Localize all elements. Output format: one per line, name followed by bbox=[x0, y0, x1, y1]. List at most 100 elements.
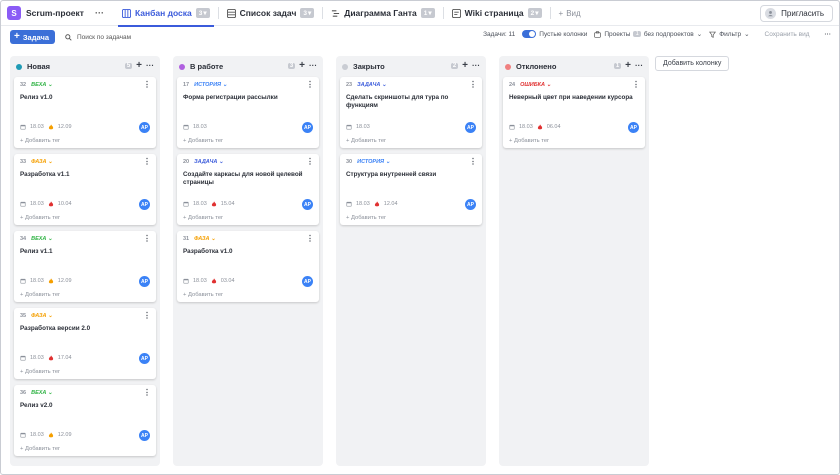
tab-wiki[interactable]: Wiki страница 2 ▾ bbox=[444, 1, 550, 26]
card-meta: 18.03 bbox=[346, 124, 370, 130]
card-title[interactable]: Форма регистрации рассылки bbox=[183, 94, 313, 110]
add-tag-button[interactable]: + Добавить тег bbox=[346, 215, 386, 221]
column-more-icon[interactable]: ··· bbox=[472, 61, 480, 70]
projects-filter[interactable]: Проекты 1 без подпроектов ⌄ bbox=[594, 30, 702, 38]
card-more-icon[interactable]: ⋮ bbox=[306, 80, 314, 89]
toggle-switch[interactable] bbox=[522, 30, 537, 38]
card-type-badge[interactable]: ИСТОРИЯ ⌄ bbox=[194, 82, 227, 88]
card-type-badge[interactable]: ВЕХА ⌄ bbox=[31, 236, 52, 242]
card-meta: 18.03 17.04 bbox=[20, 355, 72, 361]
card-type-badge[interactable]: ЗАДАЧА ⌄ bbox=[194, 159, 223, 165]
card-more-icon[interactable]: ⋮ bbox=[306, 234, 314, 243]
tab-list[interactable]: Список задач 3 ▾ bbox=[219, 1, 323, 26]
card-type-badge[interactable]: ВЕХА ⌄ bbox=[31, 82, 52, 88]
column-more-icon[interactable]: ··· bbox=[309, 61, 317, 70]
task-card[interactable]: 23 ЗАДАЧА ⌄ ⋮ Сделать скриншоты для тура… bbox=[340, 77, 482, 148]
tab-kanban[interactable]: Канбан доска 3 ▾ bbox=[114, 1, 218, 27]
card-title[interactable]: Структура внутренней связи bbox=[346, 171, 476, 187]
card-type-badge[interactable]: ФАЗА ⌄ bbox=[31, 159, 53, 165]
project-more-icon[interactable]: ··· bbox=[95, 8, 104, 18]
task-card[interactable]: 24 ОШИБКА ⌄ ⋮ Неверный цвет при наведени… bbox=[503, 77, 645, 148]
card-more-icon[interactable]: ⋮ bbox=[306, 157, 314, 166]
card-title[interactable]: Неверный цвет при наведении курсора bbox=[509, 94, 639, 110]
add-tag-button[interactable]: + Добавить тег bbox=[20, 215, 60, 221]
add-card-icon[interactable]: + bbox=[136, 60, 142, 70]
add-tag-button[interactable]: + Добавить тег bbox=[183, 138, 223, 144]
add-view-button[interactable]: + Вид bbox=[551, 9, 589, 18]
project-switcher[interactable]: S Scrum-проект ··· bbox=[7, 6, 104, 20]
more-options-icon[interactable]: ··· bbox=[825, 31, 832, 38]
card-title[interactable]: Создайте каркасы для новой целевой стран… bbox=[183, 171, 313, 187]
avatar[interactable]: АР bbox=[139, 122, 150, 133]
card-more-icon[interactable]: ⋮ bbox=[143, 80, 151, 89]
add-tag-button[interactable]: + Добавить тег bbox=[20, 369, 60, 375]
calendar-icon bbox=[20, 355, 26, 361]
card-title[interactable]: Релиз v1.0 bbox=[20, 94, 150, 110]
card-type-badge[interactable]: ФАЗА ⌄ bbox=[31, 313, 53, 319]
add-card-icon[interactable]: + bbox=[462, 60, 468, 70]
add-card-icon[interactable]: + bbox=[625, 60, 631, 70]
avatar[interactable]: АР bbox=[139, 353, 150, 364]
calendar-icon bbox=[346, 124, 352, 130]
card-type-badge[interactable]: ИСТОРИЯ ⌄ bbox=[357, 159, 390, 165]
card-title[interactable]: Разработка версии 2.0 bbox=[20, 325, 150, 341]
add-card-icon[interactable]: + bbox=[299, 60, 305, 70]
tab-gantt[interactable]: Диаграмма Ганта 1 ▾ bbox=[323, 1, 442, 26]
add-tag-button[interactable]: + Добавить тег bbox=[183, 215, 223, 221]
add-task-button[interactable]: + Задача bbox=[10, 30, 55, 44]
avatar[interactable]: АР bbox=[139, 276, 150, 287]
task-card[interactable]: 20 ЗАДАЧА ⌄ ⋮ Создайте каркасы для новой… bbox=[177, 154, 319, 225]
task-card[interactable]: 34 ВЕХА ⌄ ⋮ Релиз v1.1 18.03 12.09 АР + … bbox=[14, 231, 156, 302]
filter-button[interactable]: Фильтр ⌄ bbox=[709, 30, 750, 38]
card-more-icon[interactable]: ⋮ bbox=[469, 157, 477, 166]
card-more-icon[interactable]: ⋮ bbox=[632, 80, 640, 89]
card-type-badge[interactable]: ФАЗА ⌄ bbox=[194, 236, 216, 242]
card-type-badge[interactable]: ЗАДАЧА ⌄ bbox=[357, 82, 386, 88]
card-type-badge[interactable]: ВЕХА ⌄ bbox=[31, 390, 52, 396]
avatar[interactable]: АР bbox=[139, 430, 150, 441]
avatar[interactable]: АР bbox=[465, 122, 476, 133]
avatar[interactable]: АР bbox=[465, 199, 476, 210]
column-more-icon[interactable]: ··· bbox=[146, 61, 154, 70]
add-tag-button[interactable]: + Добавить тег bbox=[509, 138, 549, 144]
add-tag-button[interactable]: + Добавить тег bbox=[20, 138, 60, 144]
add-tag-button[interactable]: + Добавить тег bbox=[20, 292, 60, 298]
task-card[interactable]: 32 ВЕХА ⌄ ⋮ Релиз v1.0 18.03 12.09 АР + … bbox=[14, 77, 156, 148]
card-title[interactable]: Разработка v1.1 bbox=[20, 171, 150, 187]
card-title[interactable]: Разработка v1.0 bbox=[183, 248, 313, 264]
add-tag-button[interactable]: + Добавить тег bbox=[346, 138, 386, 144]
task-card[interactable]: 33 ФАЗА ⌄ ⋮ Разработка v1.1 18.03 10.04 … bbox=[14, 154, 156, 225]
card-due-date: 15.04 bbox=[220, 201, 235, 207]
card-more-icon[interactable]: ⋮ bbox=[143, 388, 151, 397]
empty-columns-toggle[interactable]: Пустые колонки bbox=[522, 30, 587, 38]
avatar[interactable]: АР bbox=[139, 199, 150, 210]
avatar[interactable]: АР bbox=[302, 122, 313, 133]
card-meta: 18.03 03.04 bbox=[183, 278, 235, 284]
add-tag-button[interactable]: + Добавить тег bbox=[20, 446, 60, 452]
column-more-icon[interactable]: ··· bbox=[635, 61, 643, 70]
save-view-button[interactable]: Сохранить вид bbox=[765, 31, 810, 38]
avatar[interactable]: АР bbox=[302, 199, 313, 210]
task-card[interactable]: 17 ИСТОРИЯ ⌄ ⋮ Форма регистрации рассылк… bbox=[177, 77, 319, 148]
card-type-badge[interactable]: ОШИБКА ⌄ bbox=[520, 82, 551, 88]
card-more-icon[interactable]: ⋮ bbox=[143, 157, 151, 166]
task-card[interactable]: 35 ФАЗА ⌄ ⋮ Разработка версии 2.0 18.03 … bbox=[14, 308, 156, 379]
list-icon bbox=[226, 8, 236, 18]
task-card[interactable]: 30 ИСТОРИЯ ⌄ ⋮ Структура внутренней связ… bbox=[340, 154, 482, 225]
task-card[interactable]: 31 ФАЗА ⌄ ⋮ Разработка v1.0 18.03 03.04 … bbox=[177, 231, 319, 302]
card-more-icon[interactable]: ⋮ bbox=[469, 80, 477, 89]
card-title[interactable]: Сделать скриншоты для тура по функциям bbox=[346, 94, 476, 110]
task-card[interactable]: 36 ВЕХА ⌄ ⋮ Релиз v2.0 18.03 12.09 АР + … bbox=[14, 385, 156, 456]
card-more-icon[interactable]: ⋮ bbox=[143, 234, 151, 243]
card-meta: 18.03 12.09 bbox=[20, 278, 72, 284]
search-input[interactable]: Поиск по задачам bbox=[65, 34, 131, 41]
invite-button[interactable]: Пригласить bbox=[760, 5, 833, 22]
card-id: 35 bbox=[20, 313, 27, 319]
avatar[interactable]: АР bbox=[302, 276, 313, 287]
card-more-icon[interactable]: ⋮ bbox=[143, 311, 151, 320]
add-tag-button[interactable]: + Добавить тег bbox=[183, 292, 223, 298]
card-title[interactable]: Релиз v2.0 bbox=[20, 402, 150, 418]
add-column-button[interactable]: Добавить колонку bbox=[655, 56, 730, 71]
avatar[interactable]: АР bbox=[628, 122, 639, 133]
card-title[interactable]: Релиз v1.1 bbox=[20, 248, 150, 264]
